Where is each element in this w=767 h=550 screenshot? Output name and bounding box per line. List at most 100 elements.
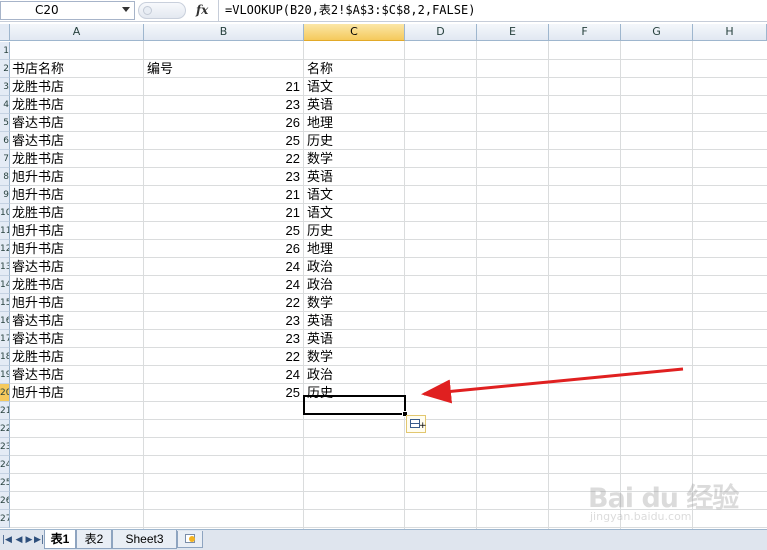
last-sheet-icon[interactable]: ▶| xyxy=(34,534,44,546)
row-header[interactable]: 16 xyxy=(0,312,10,330)
cell-store-name[interactable]: 睿达书店 xyxy=(12,312,64,330)
prev-sheet-icon[interactable]: ◀ xyxy=(14,534,24,546)
cell-store-name[interactable]: 睿达书店 xyxy=(12,330,64,348)
column-header-h[interactable]: H xyxy=(693,24,767,41)
tab-sheet3[interactable]: Sheet3 xyxy=(112,530,177,549)
tab-sheet2[interactable]: 表2 xyxy=(76,530,112,549)
cell-subject[interactable]: 地理 xyxy=(307,240,333,258)
row-header[interactable]: 17 xyxy=(0,330,10,348)
cell-store-name[interactable]: 旭升书店 xyxy=(12,186,64,204)
cell-store-name[interactable]: 睿达书店 xyxy=(12,114,64,132)
cell-subject[interactable]: 政治 xyxy=(307,276,333,294)
cell-subject[interactable]: 英语 xyxy=(307,330,333,348)
cell-store-name[interactable]: 旭升书店 xyxy=(12,222,64,240)
row-header[interactable]: 26 xyxy=(0,492,10,510)
cell-store-name[interactable]: 龙胜书店 xyxy=(12,348,64,366)
cell-subject[interactable]: 数学 xyxy=(307,150,333,168)
cell-store-name[interactable]: 旭升书店 xyxy=(12,240,64,258)
name-box[interactable]: C20 xyxy=(0,1,135,20)
row-header[interactable]: 19 xyxy=(0,366,10,384)
cell-store-name[interactable]: 龙胜书店 xyxy=(12,204,64,222)
row-header[interactable]: 27 xyxy=(0,510,10,528)
row-header[interactable]: 22 xyxy=(0,420,10,438)
row-header[interactable]: 20 xyxy=(0,384,10,402)
cell-store-name[interactable]: 龙胜书店 xyxy=(12,276,64,294)
row-header[interactable]: 14 xyxy=(0,276,10,294)
select-all-corner[interactable] xyxy=(0,24,10,41)
cell-code[interactable]: 26 xyxy=(145,114,302,132)
cell-code[interactable]: 25 xyxy=(145,384,302,402)
cell-subject[interactable]: 语文 xyxy=(307,204,333,222)
cell-header-name[interactable]: 名称 xyxy=(307,60,333,78)
next-sheet-icon[interactable]: ▶ xyxy=(24,534,34,546)
cell-subject[interactable]: 地理 xyxy=(307,114,333,132)
cell-subject[interactable]: 历史 xyxy=(307,132,333,150)
cell-store-name[interactable]: 龙胜书店 xyxy=(12,78,64,96)
cell-subject[interactable]: 英语 xyxy=(307,168,333,186)
row-header[interactable]: 21 xyxy=(0,402,10,420)
cell-store-name[interactable]: 睿达书店 xyxy=(12,258,64,276)
active-cell-c20[interactable] xyxy=(303,395,406,415)
cell-header-code[interactable]: 编号 xyxy=(145,60,302,78)
cell-code[interactable]: 22 xyxy=(145,348,302,366)
chevron-down-icon[interactable] xyxy=(122,7,130,12)
cell-code[interactable]: 23 xyxy=(145,312,302,330)
cell-store-name[interactable]: 龙胜书店 xyxy=(12,150,64,168)
cell-store-name[interactable]: 旭升书店 xyxy=(12,384,64,402)
cell-store-name[interactable]: 龙胜书店 xyxy=(12,96,64,114)
row-header[interactable]: 23 xyxy=(0,438,10,456)
cell-code[interactable]: 22 xyxy=(145,150,302,168)
cell-subject[interactable]: 历史 xyxy=(307,222,333,240)
cell-code[interactable]: 26 xyxy=(145,240,302,258)
cell-subject[interactable]: 数学 xyxy=(307,294,333,312)
row-header[interactable]: 15 xyxy=(0,294,10,312)
row-header[interactable]: 2 xyxy=(0,60,10,78)
column-header-a[interactable]: A xyxy=(10,24,144,41)
cell-code[interactable]: 23 xyxy=(145,330,302,348)
cell-subject[interactable]: 政治 xyxy=(307,366,333,384)
cell-subject[interactable]: 语文 xyxy=(307,78,333,96)
tab-sheet1[interactable]: 表1 xyxy=(44,530,76,549)
cell-subject[interactable]: 政治 xyxy=(307,258,333,276)
cell-code[interactable]: 21 xyxy=(145,78,302,96)
row-header[interactable]: 11 xyxy=(0,222,10,240)
formula-bar-resize-handle[interactable] xyxy=(138,2,186,19)
row-header[interactable]: 9 xyxy=(0,186,10,204)
cell-code[interactable]: 23 xyxy=(145,168,302,186)
cell-code[interactable]: 24 xyxy=(145,366,302,384)
column-header-f[interactable]: F xyxy=(549,24,621,41)
row-header[interactable]: 25 xyxy=(0,474,10,492)
column-header-b[interactable]: B xyxy=(144,24,304,41)
cell-store-name[interactable]: 旭升书店 xyxy=(12,168,64,186)
row-header[interactable]: 6 xyxy=(0,132,10,150)
row-header[interactable]: 12 xyxy=(0,240,10,258)
row-header[interactable]: 5 xyxy=(0,114,10,132)
row-header[interactable]: 8 xyxy=(0,168,10,186)
row-header[interactable]: 24 xyxy=(0,456,10,474)
cell-store-name[interactable]: 旭升书店 xyxy=(12,294,64,312)
cell-code[interactable]: 23 xyxy=(145,96,302,114)
cell-subject[interactable]: 英语 xyxy=(307,96,333,114)
cell-code[interactable]: 25 xyxy=(145,132,302,150)
cell-store-name[interactable]: 睿达书店 xyxy=(12,132,64,150)
cell-subject[interactable]: 数学 xyxy=(307,348,333,366)
row-header[interactable]: 13 xyxy=(0,258,10,276)
row-header[interactable]: 10 xyxy=(0,204,10,222)
auto-fill-options-button[interactable]: + xyxy=(406,415,427,433)
row-header[interactable]: 3 xyxy=(0,78,10,96)
cell-store-name[interactable]: 睿达书店 xyxy=(12,366,64,384)
row-header[interactable]: 18 xyxy=(0,348,10,366)
column-header-e[interactable]: E xyxy=(477,24,549,41)
cell-subject[interactable]: 英语 xyxy=(307,312,333,330)
column-header-g[interactable]: G xyxy=(621,24,693,41)
cell-subject[interactable]: 语文 xyxy=(307,186,333,204)
insert-function-icon[interactable]: fx xyxy=(196,3,208,17)
column-header-c[interactable]: C xyxy=(304,24,405,41)
cell-code[interactable]: 22 xyxy=(145,294,302,312)
column-header-d[interactable]: D xyxy=(405,24,477,41)
formula-input[interactable]: =VLOOKUP(B20,表2!$A$3:$C$8,2,FALSE) xyxy=(218,0,767,21)
cell-code[interactable]: 24 xyxy=(145,258,302,276)
cell-code[interactable]: 21 xyxy=(145,186,302,204)
cell-code[interactable]: 24 xyxy=(145,276,302,294)
cell-code[interactable]: 21 xyxy=(145,204,302,222)
